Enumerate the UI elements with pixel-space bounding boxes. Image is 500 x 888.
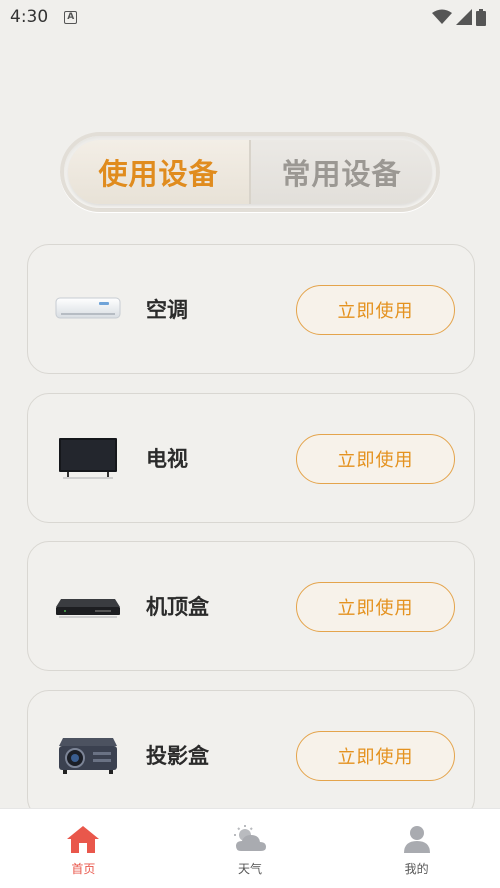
device-card-air-conditioner: 空调 立即使用	[27, 244, 475, 374]
use-now-button[interactable]: 立即使用	[296, 285, 455, 335]
device-card-projector: 投影盒 立即使用	[27, 690, 475, 820]
nav-label: 首页	[71, 862, 96, 876]
nav-item-weather[interactable]: 天气	[167, 809, 334, 888]
nav-label: 天气	[238, 862, 263, 876]
profile-icon	[400, 823, 434, 855]
device-tab-switcher: 使用设备 常用设备	[60, 132, 440, 212]
notification-icon: A	[64, 10, 78, 24]
device-name: 空调	[146, 298, 188, 322]
use-now-button[interactable]: 立即使用	[296, 731, 455, 781]
weather-icon	[233, 823, 267, 855]
status-indicators	[432, 8, 486, 26]
signal-icon	[456, 9, 472, 25]
device-card-set-top-box: 机顶盒 立即使用	[27, 541, 475, 671]
projector-icon	[53, 730, 123, 780]
nav-item-profile[interactable]: 我的	[333, 809, 500, 888]
battery-icon	[476, 8, 486, 26]
tab-track: 使用设备 常用设备	[68, 140, 432, 204]
tab-in-use-devices[interactable]: 使用设备	[68, 140, 251, 204]
wifi-icon	[432, 9, 452, 24]
set-top-box-icon	[53, 581, 123, 631]
nav-item-home[interactable]: 首页	[0, 809, 167, 888]
tab-frequent-devices[interactable]: 常用设备	[251, 140, 432, 204]
use-now-button[interactable]: 立即使用	[296, 582, 455, 632]
bottom-navigation: 首页 天气 我的	[0, 808, 500, 888]
status-bar: 4:30 A	[0, 0, 500, 34]
status-time: 4:30	[10, 7, 49, 27]
device-name: 电视	[146, 447, 188, 471]
tv-icon	[53, 433, 123, 483]
device-card-tv: 电视 立即使用	[27, 393, 475, 523]
device-name: 投影盒	[146, 744, 209, 768]
air-conditioner-icon	[53, 284, 123, 334]
home-icon	[66, 823, 100, 855]
device-name: 机顶盒	[146, 595, 209, 619]
use-now-button[interactable]: 立即使用	[296, 434, 455, 484]
nav-label: 我的	[404, 862, 429, 876]
